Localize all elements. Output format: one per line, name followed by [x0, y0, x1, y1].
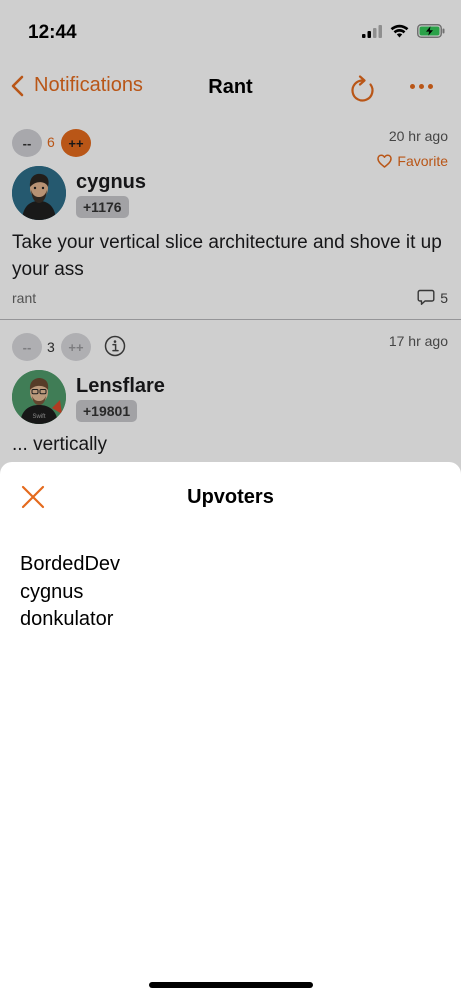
- sheet-title: Upvoters: [187, 486, 274, 508]
- home-indicator: [149, 982, 313, 988]
- upvoter-item[interactable]: BordedDev: [20, 551, 120, 579]
- rant-screen: 12:44 Notifications Rant -- 6 ++ 20 hr a…: [0, 0, 461, 998]
- upvoter-list: BordedDev cygnus donkulator: [20, 551, 120, 634]
- upvoter-item[interactable]: donkulator: [20, 606, 120, 634]
- upvoter-item[interactable]: cygnus: [20, 579, 120, 607]
- upvoters-sheet: Upvoters BordedDev cygnus donkulator: [0, 462, 461, 998]
